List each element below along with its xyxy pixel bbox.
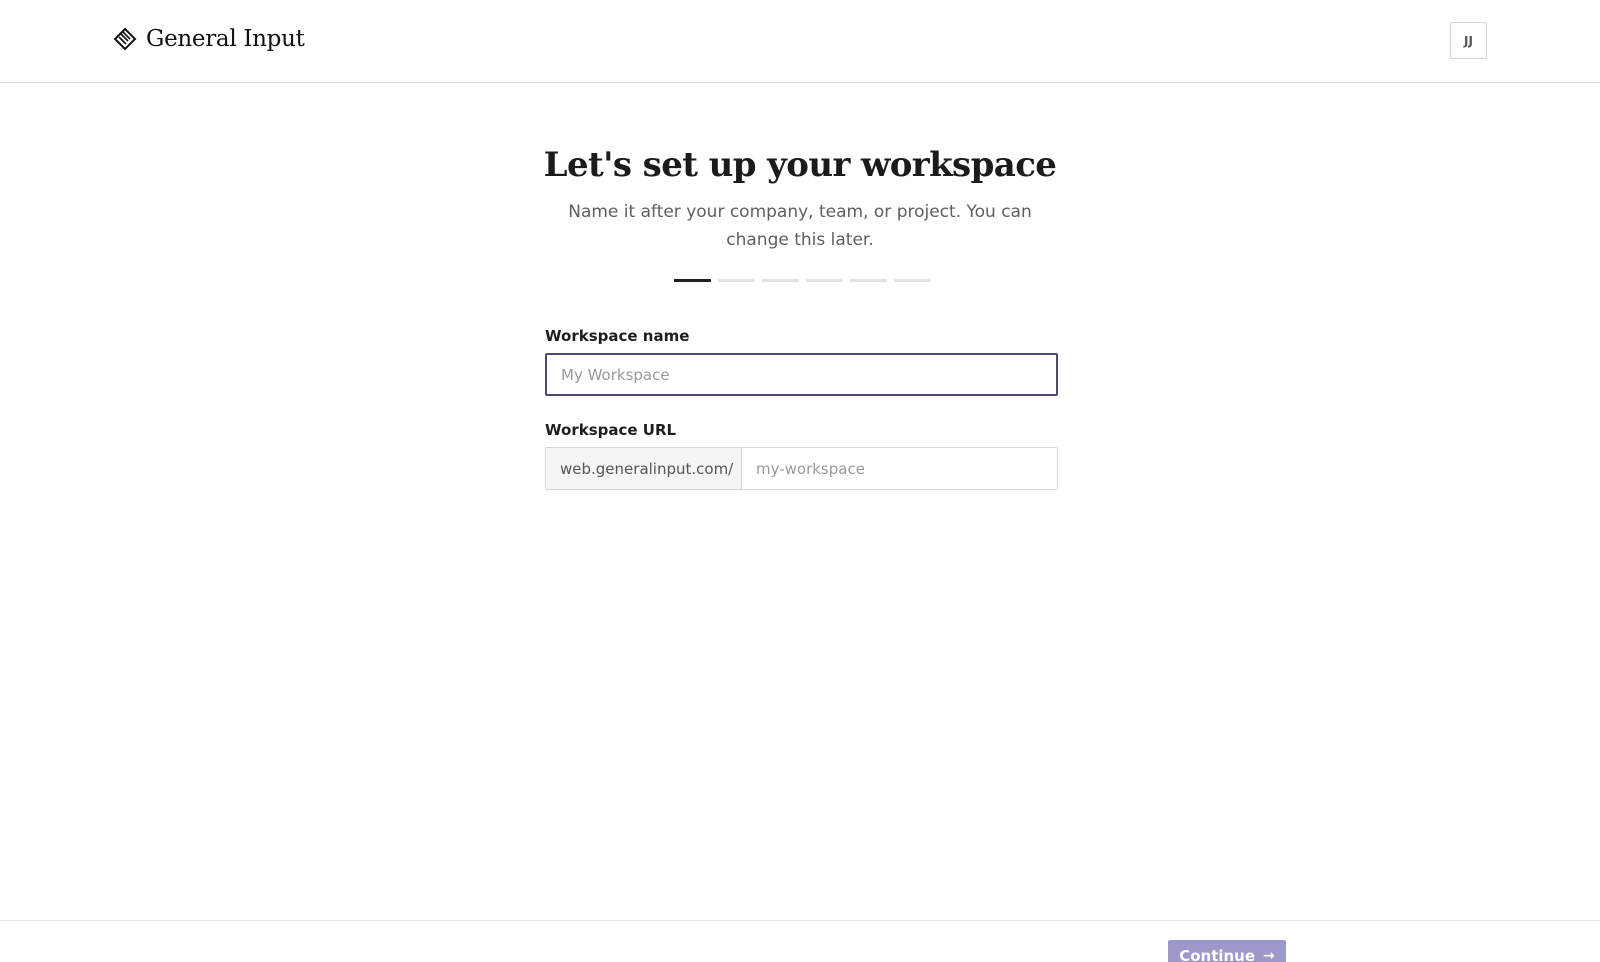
- stacked-diamond-logo-icon: [113, 27, 137, 51]
- progress-step-6: [894, 279, 931, 282]
- workspace-name-input[interactable]: [545, 353, 1058, 396]
- workspace-setup-page: General Input JJ Let's set up your works…: [0, 0, 1600, 962]
- workspace-url-input[interactable]: [742, 448, 1057, 489]
- workspace-name-label: Workspace name: [545, 327, 690, 345]
- user-avatar[interactable]: JJ: [1450, 22, 1487, 59]
- footer-bar: Continue →: [0, 920, 1600, 962]
- page-title: Let's set up your workspace: [543, 145, 1057, 185]
- top-bar: General Input JJ: [0, 0, 1600, 83]
- progress-step-4: [806, 279, 843, 282]
- progress-steps: [674, 279, 931, 282]
- progress-step-2: [718, 279, 755, 282]
- page-subtitle: Name it after your company, team, or pro…: [568, 202, 1032, 250]
- progress-step-5: [850, 279, 887, 282]
- brand[interactable]: General Input: [112, 26, 305, 52]
- continue-label: Continue: [1179, 947, 1256, 962]
- brand-name: General Input: [146, 26, 305, 52]
- workspace-url-label: Workspace URL: [545, 421, 677, 439]
- arrow-right-icon: →: [1263, 948, 1275, 962]
- workspace-url-field: web.generalinput.com/: [545, 447, 1058, 490]
- progress-step-1: [674, 279, 711, 282]
- continue-button[interactable]: Continue →: [1168, 940, 1286, 962]
- workspace-url-prefix: web.generalinput.com/: [546, 448, 742, 489]
- progress-step-3: [762, 279, 799, 282]
